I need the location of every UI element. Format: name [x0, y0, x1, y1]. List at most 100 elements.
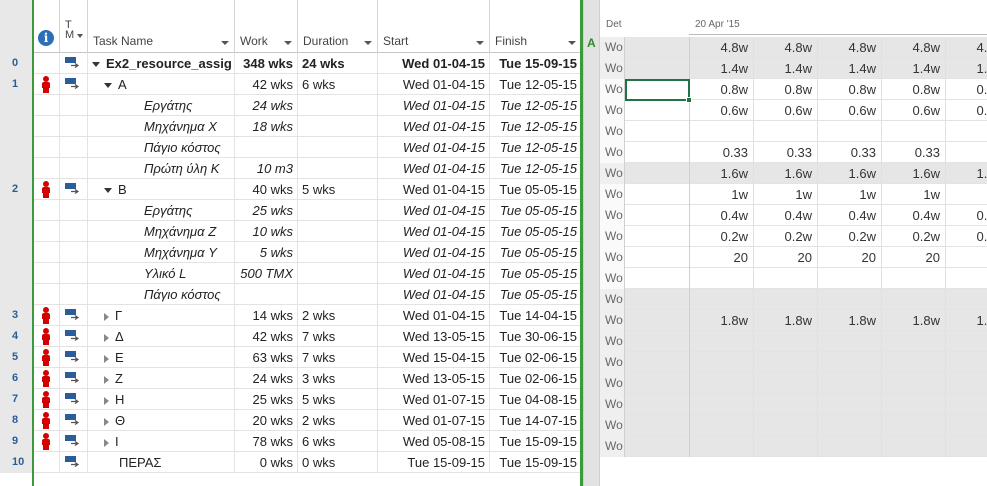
timephased-cell[interactable]	[818, 289, 882, 310]
row-id[interactable]	[0, 158, 33, 179]
start-cell[interactable]: Wed 01-07-15	[378, 410, 490, 431]
duration-cell[interactable]: 7 wks	[298, 326, 378, 347]
duration-cell[interactable]: 2 wks	[298, 305, 378, 326]
row-id[interactable]: 1	[0, 74, 33, 95]
timephased-cell[interactable]: 0.4w	[882, 205, 946, 226]
work-cell[interactable]: 40 wks	[235, 179, 298, 200]
timephased-cell[interactable]	[818, 415, 882, 436]
timephased-cell[interactable]	[690, 436, 754, 457]
task-mode-cell[interactable]	[60, 305, 88, 326]
start-cell[interactable]: Wed 01-04-15	[378, 74, 490, 95]
start-cell[interactable]: Wed 01-04-15	[378, 137, 490, 158]
table-row[interactable]: Εργάτης 25 wks Wed 01-04-15 Tue 05-05-15	[0, 200, 586, 221]
timephased-cell[interactable]: 0.2w	[818, 226, 882, 247]
details-label[interactable]: Wo	[600, 205, 625, 226]
timephased-cell[interactable]	[625, 58, 690, 79]
table-row[interactable]: 3 Γ 14 wks 2 wks Wed 01-04-15 Tue 14-04-15	[0, 305, 586, 326]
task-name-cell[interactable]: Z	[88, 368, 235, 389]
timephased-cell[interactable]: 1.6w	[882, 163, 946, 184]
row-id[interactable]	[0, 221, 33, 242]
row-id[interactable]: 2	[0, 179, 33, 200]
task-mode-cell[interactable]	[60, 263, 88, 284]
duration-cell[interactable]: 5 wks	[298, 389, 378, 410]
timephased-cell[interactable]	[882, 394, 946, 415]
finish-cell[interactable]: Tue 05-05-15	[490, 179, 582, 200]
row-id[interactable]: 3	[0, 305, 33, 326]
work-cell[interactable]: 24 wks	[235, 368, 298, 389]
timephased-cell[interactable]: 1.8w	[690, 310, 754, 331]
timephased-cell[interactable]	[946, 373, 987, 394]
task-mode-cell[interactable]	[60, 116, 88, 137]
timephased-cell[interactable]	[946, 121, 987, 142]
duration-cell[interactable]: 7 wks	[298, 347, 378, 368]
details-label[interactable]: Wo	[600, 394, 625, 415]
timephased-cell[interactable]	[754, 121, 818, 142]
duration-header[interactable]: Duration	[298, 0, 378, 53]
details-label[interactable]: Wo	[600, 331, 625, 352]
timephased-cell[interactable]	[818, 331, 882, 352]
table-row[interactable]: Υλικό L 500 TMX Wed 01-04-15 Tue 05-05-15	[0, 263, 586, 284]
duration-cell[interactable]	[298, 242, 378, 263]
timephased-cell[interactable]: 1.4w	[754, 58, 818, 79]
timephased-cell[interactable]: 0.6w	[818, 100, 882, 121]
finish-cell[interactable]: Tue 02-06-15	[490, 368, 582, 389]
work-cell[interactable]: 14 wks	[235, 305, 298, 326]
timephased-cell[interactable]	[946, 436, 987, 457]
task-mode-cell[interactable]	[60, 284, 88, 305]
table-row[interactable]: Πρώτη ύλη K 10 m3 Wed 01-04-15 Tue 12-05-15	[0, 158, 586, 179]
row-id[interactable]: 9	[0, 431, 33, 452]
timephased-cell[interactable]: 4.8w	[882, 37, 946, 58]
timephased-cell[interactable]: 0	[946, 142, 987, 163]
table-row[interactable]: 2 B 40 wks 5 wks Wed 01-04-15 Tue 05-05-15	[0, 179, 586, 200]
timephased-cell[interactable]	[690, 121, 754, 142]
start-cell[interactable]: Wed 01-04-15	[378, 116, 490, 137]
timephased-cell[interactable]: 0.2w	[754, 226, 818, 247]
timephased-cell[interactable]: 1.6w	[946, 163, 987, 184]
chevron-down-icon[interactable]	[568, 41, 576, 45]
timephased-cell[interactable]	[625, 121, 690, 142]
timephased-cell[interactable]	[882, 121, 946, 142]
timephased-cell[interactable]	[946, 394, 987, 415]
details-label[interactable]: Wo	[600, 289, 625, 310]
timephased-cell[interactable]	[754, 289, 818, 310]
table-row[interactable]: Εργάτης 24 wks Wed 01-04-15 Tue 12-05-15	[0, 95, 586, 116]
task-name-cell[interactable]: Εργάτης	[88, 95, 235, 116]
expand-icon[interactable]	[104, 438, 109, 447]
timephased-cell[interactable]	[625, 331, 690, 352]
indicators-header[interactable]: i	[33, 0, 60, 53]
task-name-cell[interactable]: Θ	[88, 410, 235, 431]
table-row[interactable]: 7 H 25 wks 5 wks Wed 01-07-15 Tue 04-08-15	[0, 389, 586, 410]
details-label[interactable]: Wo	[600, 436, 625, 457]
timephased-cell[interactable]: 0.6w	[882, 100, 946, 121]
timephased-cell[interactable]: 1.4w	[818, 58, 882, 79]
timephased-cell[interactable]: 0.33	[818, 142, 882, 163]
table-row[interactable]: Πάγιο κόστος Wed 01-04-15 Tue 12-05-15	[0, 137, 586, 158]
duration-cell[interactable]: 6 wks	[298, 431, 378, 452]
start-cell[interactable]: Wed 01-04-15	[378, 200, 490, 221]
expand-icon[interactable]	[104, 417, 109, 426]
finish-cell[interactable]: Tue 05-05-15	[490, 200, 582, 221]
row-id[interactable]	[0, 95, 33, 116]
details-label[interactable]: Wo	[600, 247, 625, 268]
timephased-cell[interactable]	[946, 247, 987, 268]
duration-cell[interactable]	[298, 284, 378, 305]
task-name-cell[interactable]: B	[88, 179, 235, 200]
start-cell[interactable]: Wed 01-04-15	[378, 179, 490, 200]
view-splitter[interactable]: A	[583, 0, 600, 486]
timephased-cell[interactable]	[946, 289, 987, 310]
row-id[interactable]	[0, 242, 33, 263]
row-id[interactable]	[0, 116, 33, 137]
start-cell[interactable]: Tue 15-09-15	[378, 452, 490, 473]
duration-cell[interactable]: 6 wks	[298, 74, 378, 95]
timephased-cell[interactable]	[754, 352, 818, 373]
timephased-cell[interactable]: 1.4w	[946, 58, 987, 79]
work-cell[interactable]: 42 wks	[235, 74, 298, 95]
timephased-cell[interactable]	[625, 100, 690, 121]
details-label[interactable]: Wo	[600, 58, 625, 79]
finish-cell[interactable]: Tue 02-06-15	[490, 347, 582, 368]
task-name-cell[interactable]: Πάγιο κόστος	[88, 137, 235, 158]
row-id[interactable]: 10	[0, 452, 33, 473]
task-name-cell[interactable]: ΠΕΡΑΣ	[88, 452, 235, 473]
timephased-cell[interactable]	[625, 163, 690, 184]
duration-cell[interactable]: 24 wks	[298, 53, 378, 74]
